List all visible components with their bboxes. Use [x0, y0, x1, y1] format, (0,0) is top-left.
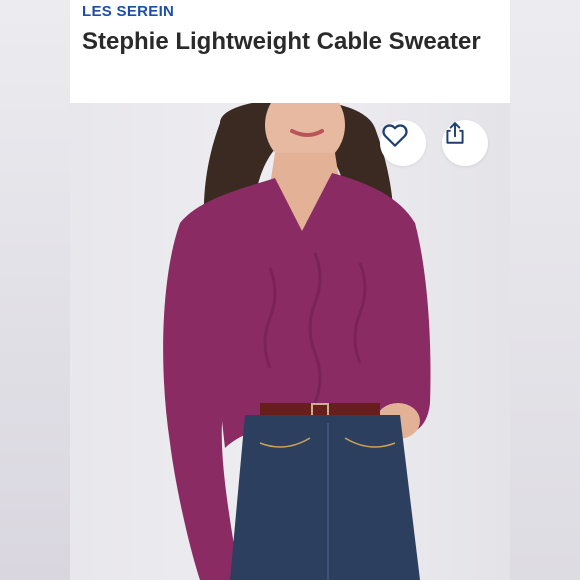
favorite-button[interactable] — [380, 120, 426, 166]
product-card: LES SEREIN Stephie Lightweight Cable Swe… — [70, 0, 510, 580]
model-illustration — [163, 103, 431, 580]
share-button[interactable] — [442, 120, 488, 166]
product-header: LES SEREIN Stephie Lightweight Cable Swe… — [70, 0, 510, 103]
product-title: Stephie Lightweight Cable Sweater — [82, 28, 481, 55]
left-backdrop — [0, 0, 70, 580]
brand-name[interactable]: LES SEREIN — [82, 3, 174, 20]
product-image[interactable] — [70, 103, 510, 580]
right-backdrop — [510, 0, 580, 580]
